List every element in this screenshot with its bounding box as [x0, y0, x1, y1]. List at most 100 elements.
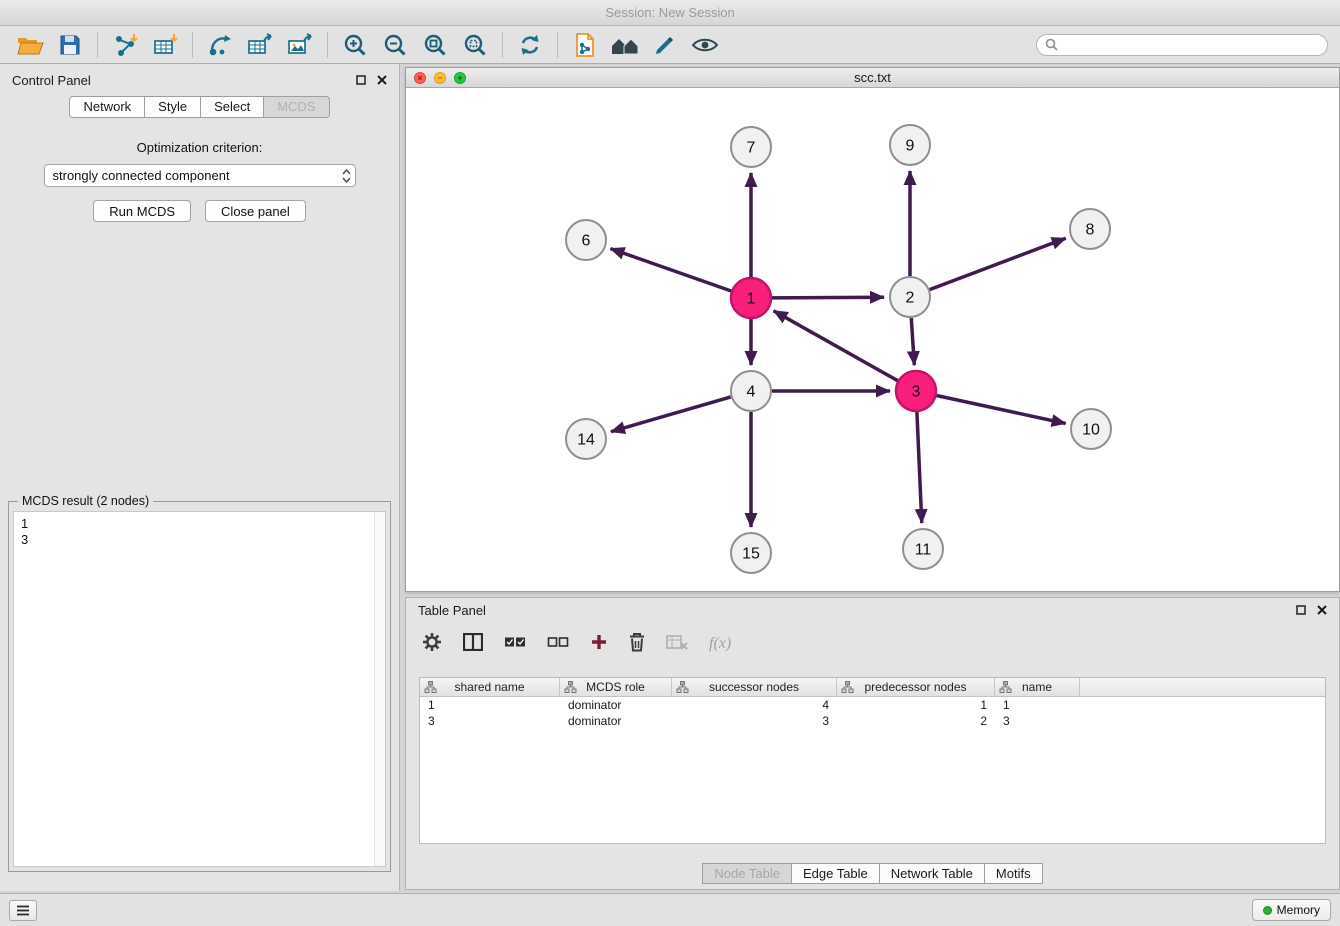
import-table-icon [152, 33, 178, 57]
apply-layout-button[interactable] [510, 29, 550, 61]
import-table-button[interactable] [145, 29, 185, 61]
close-table-panel-button[interactable] [1317, 605, 1327, 615]
graph-edge-1-6[interactable] [611, 249, 732, 291]
graph-edge-4-14[interactable] [611, 397, 731, 432]
zoom-out-button[interactable] [375, 29, 415, 61]
graph-node-7[interactable]: 7 [731, 127, 771, 167]
home-icon [610, 34, 640, 56]
zoom-selected-button[interactable] [455, 29, 495, 61]
graph-node-6[interactable]: 6 [566, 220, 606, 260]
toolbar-separator [327, 32, 328, 58]
graph-node-10[interactable]: 10 [1071, 409, 1111, 449]
graph-edge-2-8[interactable] [930, 238, 1066, 289]
column-header-mcds-role[interactable]: MCDS role [560, 678, 672, 696]
trash-icon [629, 632, 645, 652]
show-columns-button[interactable] [463, 633, 483, 656]
graph-node-3[interactable]: 3 [896, 371, 936, 411]
float-panel-button[interactable] [356, 75, 366, 85]
tab-network[interactable]: Network [69, 96, 145, 118]
float-window-icon [1296, 605, 1306, 615]
export-table-button[interactable] [240, 29, 280, 61]
search-input[interactable] [1063, 38, 1319, 52]
style-button[interactable] [645, 29, 685, 61]
graph-edge-3-11[interactable] [917, 412, 922, 523]
import-network-file-button[interactable] [565, 29, 605, 61]
optimization-criterion-label: Optimization criterion: [0, 140, 399, 155]
open-session-button[interactable] [10, 29, 50, 61]
refresh-icon [518, 33, 542, 57]
close-panel-button[interactable]: Close panel [205, 200, 306, 222]
float-table-panel-button[interactable] [1296, 605, 1306, 615]
network-from-selection-icon [207, 33, 233, 57]
window-titlebar: Session: New Session [0, 0, 1340, 26]
table-settings-button[interactable] [422, 632, 442, 657]
select-all-columns-button[interactable] [504, 635, 526, 654]
tab-mcds[interactable]: MCDS [264, 96, 329, 118]
column-header-successor-nodes[interactable]: successor nodes [672, 678, 837, 696]
graph-node-label: 8 [1086, 222, 1095, 239]
tab-motifs[interactable]: Motifs [985, 863, 1043, 884]
memory-status-icon [1263, 906, 1272, 915]
table-panel-header: Table Panel [406, 598, 1339, 622]
show-hide-button[interactable] [685, 29, 725, 61]
maximize-window-button[interactable]: + [454, 72, 466, 84]
delete-column-button[interactable] [629, 632, 645, 657]
graph-node-14[interactable]: 14 [566, 419, 606, 459]
import-network-icon [112, 33, 138, 57]
run-mcds-button[interactable]: Run MCDS [93, 200, 191, 222]
graph-node-4[interactable]: 4 [731, 371, 771, 411]
cell-successor-nodes: 3 [672, 713, 837, 729]
deselect-all-columns-button[interactable] [547, 635, 569, 654]
minimize-window-button[interactable]: − [434, 72, 446, 84]
close-panel-x-button[interactable] [377, 75, 387, 85]
column-header-shared-name[interactable]: shared name [420, 678, 560, 696]
close-window-button[interactable]: × [414, 72, 426, 84]
memory-button[interactable]: Memory [1252, 899, 1331, 921]
graph-node-1[interactable]: 1 [731, 278, 771, 318]
optimization-select-value: strongly connected component [53, 168, 230, 183]
result-scrollbar[interactable] [374, 512, 385, 866]
graph-node-label: 10 [1082, 422, 1100, 439]
function-builder-button[interactable]: f(x) [709, 635, 731, 653]
graph-node-2[interactable]: 2 [890, 277, 930, 317]
tab-edge-table[interactable]: Edge Table [792, 863, 880, 884]
mcds-result-node: 3 [21, 532, 378, 548]
column-header-label: MCDS role [586, 680, 645, 694]
graph-node-15[interactable]: 15 [731, 533, 771, 573]
home-button[interactable] [605, 29, 645, 61]
network-canvas[interactable]: 7 9 6 8 1 2 4 3 14 10 15 11 [406, 88, 1339, 591]
column-header-predecessor-nodes[interactable]: predecessor nodes [837, 678, 995, 696]
save-session-button[interactable] [50, 29, 90, 61]
import-network-button[interactable] [105, 29, 145, 61]
tab-network-table[interactable]: Network Table [880, 863, 985, 884]
mcds-result-list[interactable]: 13 [13, 511, 386, 867]
graph-edge-1-2[interactable] [772, 297, 884, 298]
network-window-titlebar[interactable]: scc.txt × − + [406, 68, 1339, 88]
add-column-button[interactable] [590, 633, 608, 656]
graph-node-label: 9 [906, 138, 915, 155]
tab-node-table[interactable]: Node Table [702, 863, 792, 884]
panel-menu-button[interactable] [9, 900, 37, 921]
column-header-name[interactable]: name [995, 678, 1080, 696]
graph-node-9[interactable]: 9 [890, 125, 930, 165]
toolbar-separator [192, 32, 193, 58]
network-from-selection-button[interactable] [200, 29, 240, 61]
zoom-in-button[interactable] [335, 29, 375, 61]
graph-edge-3-1[interactable] [774, 311, 898, 381]
graph-node-label: 11 [915, 542, 932, 559]
table-row-3[interactable]: 3dominator323 [420, 713, 1325, 729]
graph-edge-2-3[interactable] [911, 318, 914, 365]
tab-style[interactable]: Style [145, 96, 201, 118]
graph-node-11[interactable]: 11 [903, 529, 943, 569]
application-window: Session: New Session [0, 0, 1340, 926]
graph-edge-3-10[interactable] [937, 396, 1066, 424]
tab-select[interactable]: Select [201, 96, 264, 118]
table-row-1[interactable]: 1dominator411 [420, 697, 1325, 713]
optimization-select[interactable]: strongly connected component [44, 164, 356, 187]
search-magnifier-icon [1045, 38, 1058, 51]
delete-table-button[interactable] [666, 634, 688, 655]
export-table-icon [247, 33, 273, 57]
graph-node-8[interactable]: 8 [1070, 209, 1110, 249]
zoom-fit-button[interactable] [415, 29, 455, 61]
export-image-button[interactable] [280, 29, 320, 61]
